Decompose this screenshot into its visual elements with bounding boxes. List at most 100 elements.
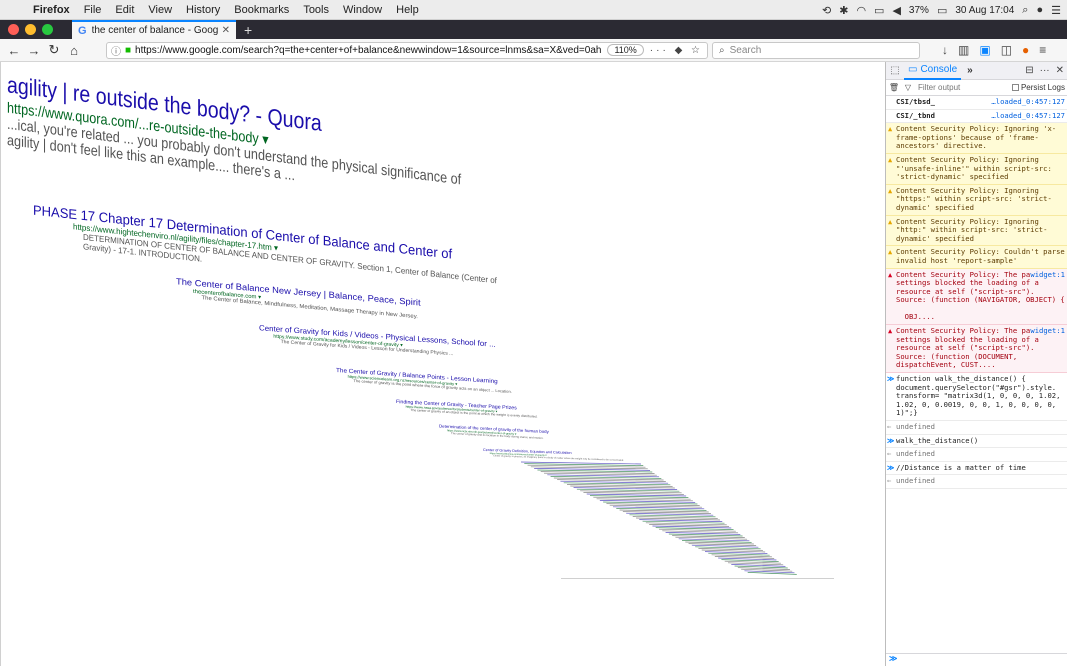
- spotlight-icon[interactable]: ⌕: [1022, 4, 1028, 17]
- forward-arrow-icon[interactable]: →: [24, 43, 44, 58]
- menu-file[interactable]: File: [77, 4, 109, 16]
- tab-console[interactable]: ▭ Console: [904, 62, 962, 80]
- warning-icon: ▲: [888, 248, 893, 257]
- zoom-window-button[interactable]: [42, 24, 53, 35]
- home-icon[interactable]: ⌂: [64, 43, 84, 58]
- devtools-toolbar-right: ⊟ ··· ✕: [1025, 65, 1067, 76]
- user-avatar-icon[interactable]: ●: [1036, 4, 1043, 16]
- lock-icon[interactable]: ■: [125, 45, 131, 56]
- console-warning: ▲ Content Security Policy: Couldn't parse…: [886, 246, 1067, 269]
- menu-window[interactable]: Window: [336, 4, 389, 16]
- library-icon[interactable]: ▥: [958, 43, 969, 57]
- reload-icon[interactable]: ↻: [44, 42, 64, 58]
- message-text: Content Security Policy: Ignoring "https…: [896, 185, 1052, 212]
- message-source-link[interactable]: widget:1: [1030, 270, 1065, 280]
- search-icon: ⌕: [719, 44, 725, 56]
- site-info-icon[interactable]: ⓘ: [111, 43, 121, 58]
- warning-icon: ▲: [888, 186, 893, 195]
- console-result: ⇐ undefined: [886, 475, 1067, 489]
- google-favicon-icon: G: [78, 24, 87, 37]
- result-arrow-icon: ⇐: [887, 476, 892, 486]
- reader-icon[interactable]: ◫: [1001, 43, 1012, 57]
- tab-title: the center of balance - Google: [91, 25, 218, 36]
- minimize-window-button[interactable]: [25, 24, 36, 35]
- menu-bookmarks[interactable]: Bookmarks: [227, 4, 296, 16]
- menu-app-firefox[interactable]: Firefox: [26, 4, 77, 16]
- clock[interactable]: 30 Aug 17:04: [955, 5, 1014, 16]
- close-window-button[interactable]: [8, 24, 19, 35]
- toolbox-options-icon[interactable]: ···: [1040, 65, 1050, 76]
- warning-icon: ▲: [888, 125, 893, 134]
- message-source-link[interactable]: …loaded_0:457:127: [991, 111, 1065, 121]
- back-arrow-icon[interactable]: ←: [4, 43, 24, 58]
- console-icon: ▭: [908, 64, 918, 75]
- search-placeholder[interactable]: Search: [730, 45, 762, 56]
- volume-icon[interactable]: ◀: [892, 4, 900, 17]
- filter-icon[interactable]: ▽: [902, 83, 914, 92]
- battery-percent[interactable]: 37%: [909, 5, 929, 16]
- close-devtools-icon[interactable]: ✕: [1056, 65, 1064, 76]
- menu-edit[interactable]: Edit: [108, 4, 141, 16]
- trash-icon[interactable]: 🗑: [888, 83, 900, 92]
- message-text: function walk_the_distance() { document.…: [896, 374, 1065, 418]
- console-result: ⇐ undefined: [886, 421, 1067, 435]
- console-error: ▲widget:1Content Security Policy: The pa…: [886, 268, 1067, 326]
- error-icon: ▲: [888, 327, 893, 336]
- results-divider: [561, 578, 834, 579]
- console-filter-bar: 🗑 ▽ Filter output Persist Logs: [886, 80, 1067, 96]
- request-name: CSI/_tbnd: [896, 110, 935, 120]
- error-icon: ▲: [888, 270, 893, 279]
- persist-logs-checkbox[interactable]: Persist Logs: [1011, 83, 1067, 92]
- element-picker-icon[interactable]: ⬚: [886, 65, 904, 76]
- new-tab-button[interactable]: +: [244, 22, 252, 38]
- console-input-echo: ≫ walk_the_distance(): [886, 435, 1067, 449]
- console-input-echo: ≫ function walk_the_distance() { document…: [886, 373, 1067, 421]
- airplay-icon[interactable]: ▭: [874, 4, 884, 17]
- more-tools-button[interactable]: »: [967, 65, 973, 76]
- message-source-link[interactable]: …loaded_0:457:127: [991, 97, 1065, 107]
- menu-help[interactable]: Help: [389, 4, 426, 16]
- message-source-link[interactable]: widget:1: [1030, 326, 1065, 336]
- tab-google-search[interactable]: G the center of balance - Google ✕: [72, 20, 236, 39]
- console-network-message: CSI/tbsd_ …loaded_0:457:127: [886, 96, 1067, 110]
- download-icon[interactable]: ↓: [942, 43, 948, 57]
- wifi-icon[interactable]: ◠: [856, 4, 866, 17]
- menu-tools[interactable]: Tools: [296, 4, 336, 16]
- input-prompt-icon: ≫: [887, 435, 895, 445]
- message-text: Content Security Policy: Ignoring "'unsa…: [896, 154, 1057, 182]
- menu-hamburger-icon[interactable]: ≡: [1039, 43, 1046, 57]
- message-text: Content Security Policy: Ignoring "http:…: [896, 216, 1048, 243]
- battery-icon[interactable]: ▭: [937, 4, 947, 17]
- console-output: CSI/tbsd_ …loaded_0:457:127 CSI/_tbnd …load…: [886, 96, 1067, 489]
- zoom-level-button[interactable]: 110%: [607, 44, 644, 56]
- message-text: Content Security Policy: The page's sett…: [896, 326, 1047, 370]
- message-text: walk_the_distance(): [896, 435, 979, 445]
- console-network-message: CSI/_tbnd …loaded_0:457:127: [886, 110, 1067, 124]
- message-text: undefined: [896, 422, 935, 431]
- navigation-toolbar: ← → ↻ ⌂ ⓘ ■ https://www.google.com/searc…: [0, 39, 1067, 62]
- message-text: undefined: [896, 476, 935, 486]
- menubar-status-area: ⟲ ✱ ◠ ▭ ◀ 37% ▭ 30 Aug 17:04 ⌕ ● ☰: [822, 0, 1061, 20]
- search-bar[interactable]: ⌕ Search: [712, 41, 920, 59]
- input-prompt-icon: ≫: [887, 462, 895, 472]
- menu-view[interactable]: View: [141, 4, 179, 16]
- time-machine-icon[interactable]: ⟲: [822, 4, 831, 17]
- notification-center-icon[interactable]: ☰: [1051, 4, 1061, 17]
- console-error: ▲ widget:1Content Security Policy: The pa…: [886, 325, 1067, 374]
- filter-input[interactable]: Filter output: [918, 83, 960, 92]
- checkbox-box[interactable]: [1011, 84, 1019, 92]
- url-text[interactable]: https://www.google.com/search?q=the+cent…: [135, 45, 601, 56]
- console-input[interactable]: ≫: [886, 653, 1067, 666]
- sidebar-icon[interactable]: ▣: [979, 43, 990, 57]
- message-text: //Distance is a matter of time: [896, 462, 1026, 472]
- page-actions-icon[interactable]: ··· ◆ ☆: [650, 45, 703, 56]
- extension-icon[interactable]: ●: [1022, 43, 1029, 57]
- console-input-echo: ≫//Distance is a matter of time: [886, 462, 1067, 476]
- console-warning: ▲ Content Security Policy: Ignoring 'x-fr…: [886, 123, 1067, 154]
- dock-icon[interactable]: ⊟: [1025, 65, 1033, 76]
- console-warning: ▲ Content Security Policy: Ignoring "http…: [886, 184, 1067, 216]
- menu-history[interactable]: History: [179, 4, 227, 16]
- close-tab-icon[interactable]: ✕: [222, 25, 230, 36]
- url-bar[interactable]: ⓘ ■ https://www.google.com/search?q=the+…: [106, 41, 708, 59]
- bluetooth-icon[interactable]: ✱: [839, 4, 848, 17]
